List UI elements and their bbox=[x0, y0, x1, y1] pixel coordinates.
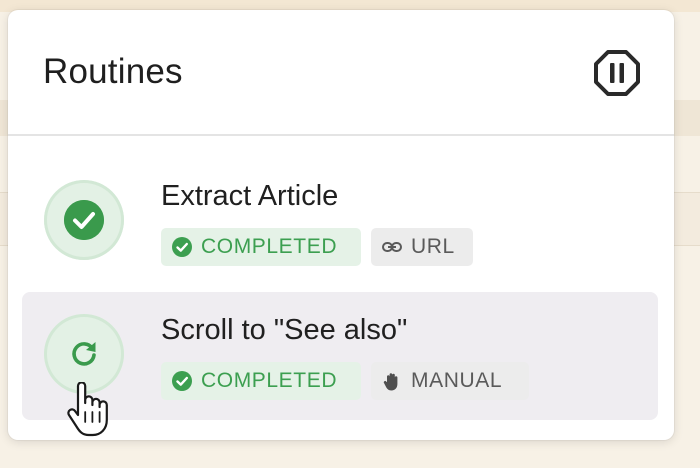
pause-button[interactable] bbox=[592, 48, 642, 98]
pause-octagon-icon bbox=[594, 50, 640, 96]
routines-panel: Routines Extract Article COMPLETED URL S… bbox=[8, 10, 674, 440]
routine-name: Scroll to "See also" bbox=[161, 314, 408, 346]
trigger-badge: MANUAL bbox=[371, 362, 529, 400]
status-indicator bbox=[44, 180, 124, 260]
status-badge: COMPLETED bbox=[161, 362, 361, 400]
check-circle-icon bbox=[64, 200, 104, 240]
trigger-badge: URL bbox=[371, 228, 473, 266]
trigger-label: MANUAL bbox=[411, 369, 503, 392]
status-label: COMPLETED bbox=[201, 235, 338, 258]
status-label: COMPLETED bbox=[201, 369, 338, 392]
rerun-button[interactable] bbox=[44, 314, 124, 394]
status-badge: COMPLETED bbox=[161, 228, 361, 266]
check-circle-icon bbox=[172, 371, 192, 391]
panel-title: Routines bbox=[43, 52, 183, 91]
panel-header: Routines bbox=[8, 10, 674, 136]
routine-name: Extract Article bbox=[161, 180, 339, 212]
refresh-icon bbox=[72, 342, 96, 366]
routine-item-extract-article[interactable]: Extract Article COMPLETED URL bbox=[22, 158, 658, 286]
link-icon bbox=[382, 242, 402, 252]
hand-icon bbox=[383, 373, 398, 391]
check-circle-icon bbox=[172, 237, 192, 257]
routine-item-scroll-to-see-also[interactable]: Scroll to "See also" COMPLETED MANUAL bbox=[22, 292, 658, 420]
trigger-label: URL bbox=[411, 235, 455, 258]
